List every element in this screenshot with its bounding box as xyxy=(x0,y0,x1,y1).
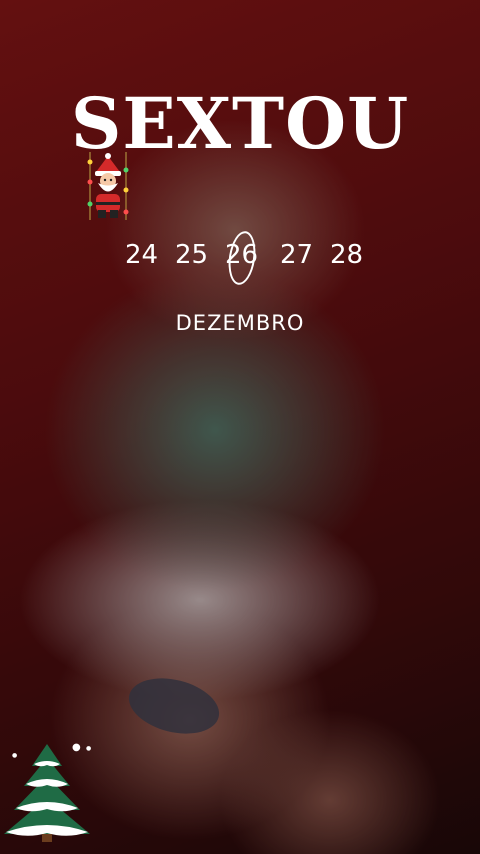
story-canvas: SEXTOU 24 25 26 27 28 DEZEMBRO ● ● ● xyxy=(0,0,480,854)
sparkle-icon: ● xyxy=(72,742,81,753)
date-24: 24 xyxy=(125,240,159,270)
date-28: 28 xyxy=(330,240,364,270)
sparkle-icon: ● xyxy=(86,745,92,752)
title-text: SEXTOU xyxy=(70,82,410,165)
sparkle-icon: ● xyxy=(12,752,18,759)
santa-claus-icon xyxy=(87,152,129,220)
date-25: 25 xyxy=(175,240,209,270)
date-27: 27 xyxy=(280,240,314,270)
month-label: DEZEMBRO xyxy=(175,311,305,335)
